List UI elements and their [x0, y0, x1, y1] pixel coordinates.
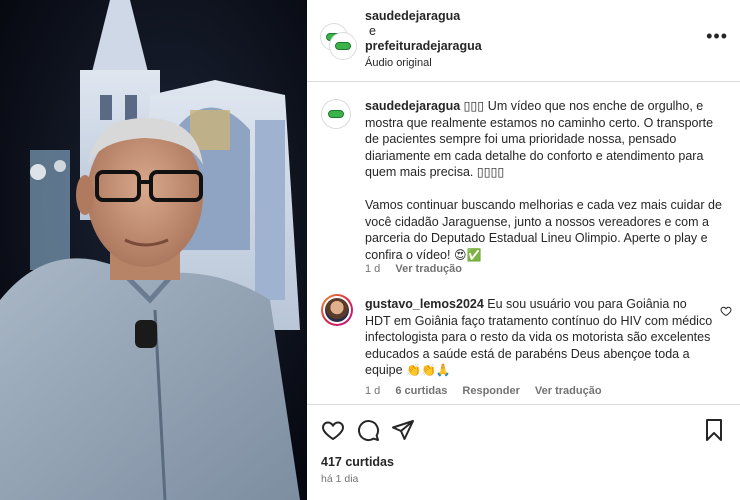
avatar — [330, 33, 356, 59]
comment-emojis: 👏👏🙏 — [406, 363, 451, 377]
comment-likes[interactable]: 6 curtidas — [395, 385, 447, 397]
caption-paragraph-1: saudedejaragua ▯▯▯ Um vídeo que nos ench… — [365, 98, 730, 181]
caption-age[interactable]: 1 d — [365, 263, 380, 275]
likes-count[interactable]: 417 curtidas — [321, 455, 394, 469]
caption-text-2: Vamos continuar buscando melhorias e cad… — [365, 198, 722, 262]
comment-username[interactable]: gustavo_lemos2024 — [365, 297, 484, 311]
comment-translate-link[interactable]: Ver tradução — [535, 385, 602, 397]
post-header: saudedejaragua e prefeituradejaragua Áud… — [307, 0, 740, 82]
post-video[interactable] — [0, 0, 307, 500]
caption-avatar[interactable] — [321, 99, 351, 129]
commenter-avatar[interactable] — [321, 294, 353, 326]
header-accounts: saudedejaragua e prefeituradejaragua Áud… — [365, 9, 482, 71]
post-panel: saudedejaragua e prefeituradejaragua Áud… — [307, 0, 740, 500]
logo — [328, 110, 344, 118]
collab-avatars[interactable] — [321, 24, 356, 59]
reply-button[interactable]: Responder — [462, 385, 519, 397]
comment-meta: 1 d 6 curtidas Responder Ver tradução — [365, 385, 614, 397]
comment-icon[interactable] — [356, 418, 380, 442]
caption-paragraph-2: Vamos continuar buscando melhorias e cad… — [365, 197, 730, 263]
caption: saudedejaragua ▯▯▯ Um vídeo que nos ench… — [365, 98, 730, 280]
caption-meta: 1 d Ver tradução — [365, 263, 474, 275]
audio-link[interactable]: Áudio original — [365, 56, 482, 71]
post-actions: 417 curtidas há 1 dia — [307, 404, 740, 500]
comment: gustavo_lemos2024 Eu sou usuário vou par… — [365, 296, 715, 379]
conjunction: e — [369, 24, 376, 38]
comments-section: saudedejaragua ▯▯▯ Um vídeo que nos ench… — [307, 83, 740, 403]
avatar — [325, 298, 349, 322]
comment-like-heart-icon[interactable] — [720, 305, 732, 317]
caption-username[interactable]: saudedejaragua — [365, 99, 460, 113]
caption-emojis: 😍✅ — [453, 247, 482, 262]
more-horizontal-icon[interactable]: ••• — [706, 26, 728, 47]
account-link-1[interactable]: saudedejaragua — [365, 9, 482, 24]
caption-marks-end: ▯▯▯▯ — [476, 165, 505, 179]
account-link-2[interactable]: prefeituradejaragua — [365, 39, 482, 54]
comment-age[interactable]: 1 d — [365, 385, 380, 397]
heart-icon[interactable] — [321, 418, 345, 442]
video-frame — [0, 0, 307, 500]
logo — [335, 42, 351, 50]
post-time[interactable]: há 1 dia — [321, 473, 358, 485]
share-icon[interactable] — [391, 418, 415, 442]
bookmark-icon[interactable] — [702, 418, 726, 442]
caption-marks: ▯▯▯ — [463, 99, 485, 113]
caption-translate-link[interactable]: Ver tradução — [395, 263, 462, 275]
